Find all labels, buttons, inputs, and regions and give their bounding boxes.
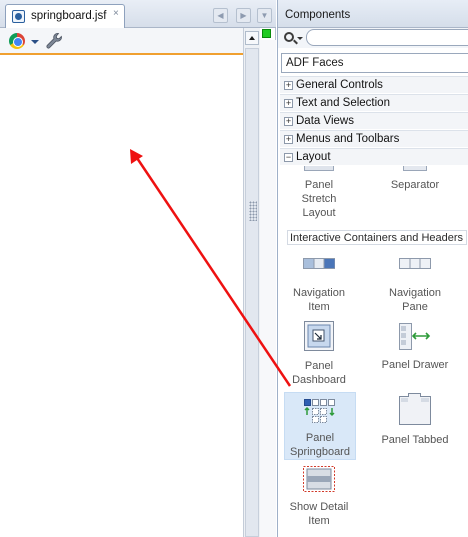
palette-item-navigation-item[interactable]: Navigation Item [283, 257, 355, 314]
palette-item-panel-dashboard[interactable]: Panel Dashboard [283, 321, 355, 387]
chevron-down-icon[interactable] [31, 40, 39, 44]
category-label: Text and Selection [296, 97, 390, 109]
category-text-and-selection[interactable]: + Text and Selection [280, 94, 468, 111]
item-label: Item [308, 301, 330, 313]
category-general-controls[interactable]: + General Controls [280, 76, 468, 93]
chrome-browser-icon[interactable] [9, 33, 25, 49]
editor-tab-strip: springboard.jsf × ◀ ▶ ▼ [0, 0, 276, 28]
item-label: Stretch [301, 193, 337, 205]
item-label: Item [308, 515, 330, 527]
scroll-thumb[interactable] [245, 48, 259, 537]
editor-toolbar [0, 28, 243, 55]
components-panel-header: Components [278, 0, 468, 28]
category-menus-and-toolbars[interactable]: + Menus and Toolbars [280, 130, 468, 147]
scroll-up-button[interactable] [245, 31, 259, 45]
category-label: Menus and Toolbars [296, 133, 400, 145]
item-label: Panel [304, 360, 334, 372]
status-ok-marker[interactable] [262, 29, 271, 38]
category-data-views[interactable]: + Data Views [280, 112, 468, 129]
scroll-grip [249, 201, 257, 221]
item-label: Springboard [290, 446, 350, 458]
tab-scroll-left-button[interactable]: ◀ [213, 8, 228, 23]
item-label: Dashboard [292, 374, 346, 386]
item-label: Navigation [293, 287, 345, 299]
category-label: Data Views [296, 115, 354, 127]
expand-icon[interactable]: + [284, 81, 293, 90]
section-header: Interactive Containers and Headers [287, 230, 467, 245]
library-select[interactable]: ADF Faces [281, 53, 468, 73]
palette-item-panel-stretch-layout[interactable]: Panel Stretch Layout [283, 166, 355, 220]
navigation-pane-icon [399, 257, 431, 269]
palette-item-show-detail-item[interactable]: Show Detail Item [283, 466, 355, 528]
panel-tabbed-icon [399, 393, 431, 425]
collapse-icon[interactable]: − [284, 153, 293, 162]
editor-vertical-scrollbar[interactable] [243, 28, 260, 537]
item-label: Show Detail [289, 501, 349, 513]
tab-list-menu-button[interactable]: ▼ [257, 8, 272, 23]
palette-item-navigation-pane[interactable]: Navigation Pane [379, 257, 451, 314]
item-label: Panel Drawer [381, 359, 449, 371]
palette-item-panel-drawer[interactable]: Panel Drawer [379, 321, 451, 372]
editor-tab-springboard[interactable]: springboard.jsf × [5, 4, 125, 28]
category-label: Layout [296, 151, 331, 163]
expand-icon[interactable]: + [284, 117, 293, 126]
separator-icon [403, 166, 427, 171]
jsf-file-icon [12, 10, 25, 23]
panel-springboard-icon [304, 399, 336, 423]
components-panel: Components ADF Faces + General Controls … [277, 0, 468, 537]
search-options-chevron-icon[interactable] [297, 37, 303, 40]
show-detail-item-icon [303, 466, 335, 492]
wrench-icon[interactable] [45, 32, 63, 50]
panel-title: Components [285, 9, 351, 21]
category-layout[interactable]: − Layout [280, 148, 468, 165]
navigation-item-icon [303, 257, 335, 269]
panel-dashboard-icon [304, 321, 334, 351]
item-label: Panel [305, 432, 335, 444]
item-label: Separator [390, 179, 440, 191]
item-label: Navigation [389, 287, 441, 299]
editor-overview-gutter [260, 40, 276, 537]
component-search-input[interactable] [306, 29, 468, 46]
expand-icon[interactable]: + [284, 99, 293, 108]
item-label: Panel [304, 179, 334, 191]
search-bar [278, 28, 468, 48]
palette-item-panel-tabbed[interactable]: Panel Tabbed [379, 393, 451, 447]
item-label: Pane [402, 301, 428, 313]
item-label: Layout [302, 207, 336, 219]
expand-icon[interactable]: + [284, 135, 293, 144]
panel-drawer-icon [399, 321, 431, 351]
close-icon[interactable]: × [113, 8, 119, 19]
section-header-label: Interactive Containers and Headers [290, 232, 464, 244]
category-label: General Controls [296, 79, 383, 91]
panel-stretch-layout-icon [304, 166, 334, 171]
tab-scroll-right-button[interactable]: ▶ [236, 8, 251, 23]
library-select-value: ADF Faces [286, 57, 344, 69]
item-label: Panel Tabbed [381, 434, 449, 446]
palette-item-panel-springboard[interactable]: Panel Springboard [284, 392, 356, 460]
search-icon[interactable] [284, 32, 294, 42]
palette-item-separator[interactable]: Separator [379, 166, 451, 192]
editor-tab-label: springboard.jsf [31, 10, 107, 22]
editor-area: springboard.jsf × ◀ ▶ ▼ [0, 0, 276, 537]
